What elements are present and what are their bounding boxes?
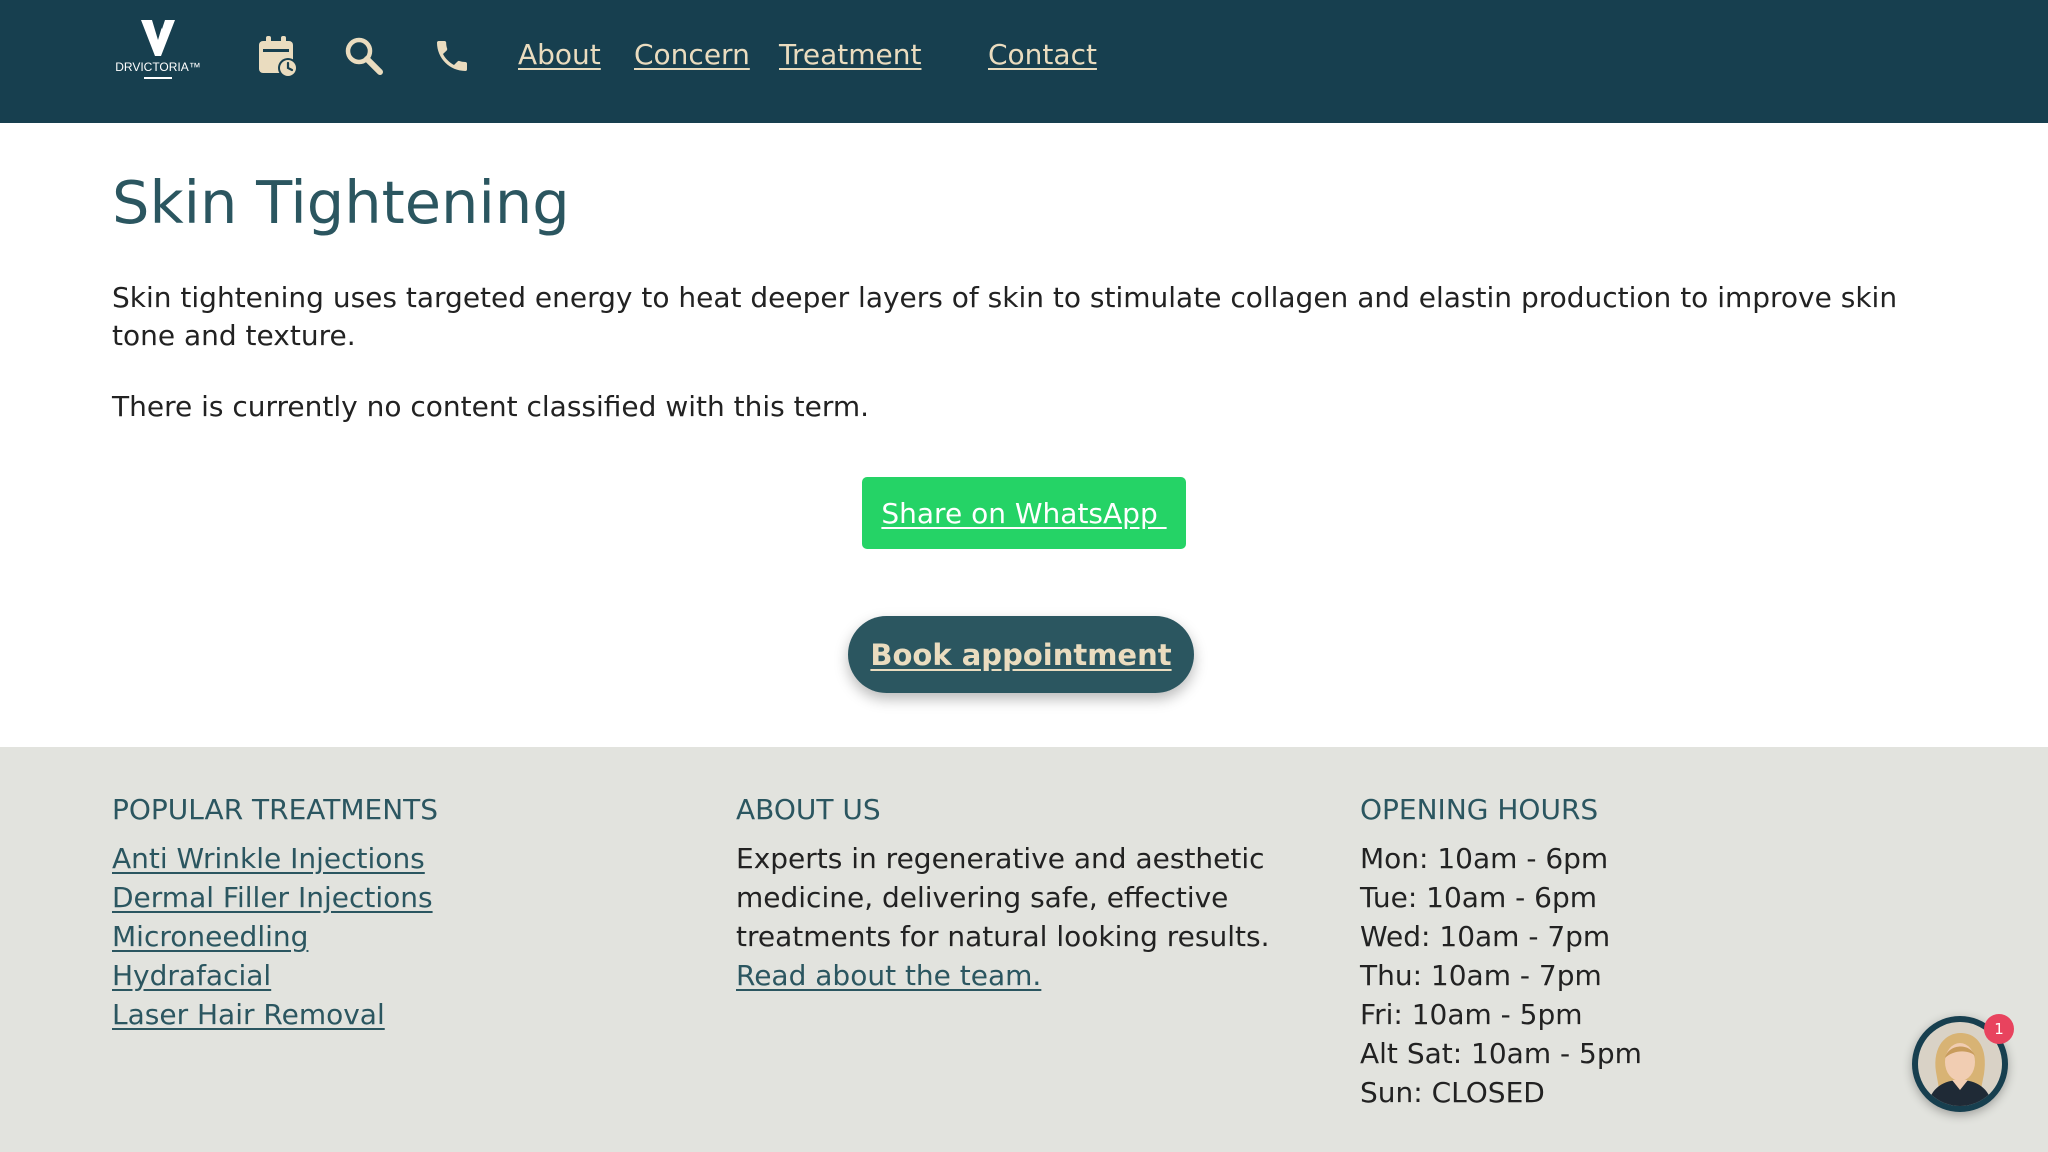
logo-text: DRVICTORIA™ xyxy=(115,60,201,74)
site-header: DRVICTORIA™ About Concern Treatment Cont… xyxy=(0,0,2048,123)
footer-link-laser-hair-removal[interactable]: Laser Hair Removal xyxy=(112,995,438,1034)
footer-link-microneedling[interactable]: Microneedling xyxy=(112,917,438,956)
footer-link-dermal-filler[interactable]: Dermal Filler Injections xyxy=(112,878,438,917)
chat-notification-badge: 1 xyxy=(1984,1014,2014,1044)
popular-treatments-section: POPULAR TREATMENTS Anti Wrinkle Injectio… xyxy=(112,791,438,1034)
intro-text: Skin tightening uses targeted energy to … xyxy=(112,281,1898,352)
hours-thursday: Thu: 10am - 7pm xyxy=(1360,959,1602,992)
opening-hours-list: Mon: 10am - 6pm Tue: 10am - 6pm Wed: 10a… xyxy=(1360,839,1642,1112)
opening-hours-section: OPENING HOURS Mon: 10am - 6pm Tue: 10am … xyxy=(1360,791,1642,1112)
hours-sunday: Sun: CLOSED xyxy=(1360,1076,1545,1109)
site-logo[interactable]: DRVICTORIA™ xyxy=(112,18,204,90)
hours-monday: Mon: 10am - 6pm xyxy=(1360,842,1609,875)
calendar-clock-icon[interactable] xyxy=(256,34,300,78)
logo-v-mark xyxy=(141,20,175,56)
hours-friday: Fri: 10am - 5pm xyxy=(1360,998,1583,1031)
logo-underline xyxy=(144,77,172,79)
phone-icon[interactable] xyxy=(430,34,474,78)
read-about-team-link[interactable]: Read about the team. xyxy=(736,959,1041,992)
nav-contact-link[interactable]: Contact xyxy=(988,38,1097,71)
footer-link-hydrafacial[interactable]: Hydrafacial xyxy=(112,956,438,995)
book-appointment-button[interactable]: Book appointment xyxy=(848,616,1194,693)
about-us-text: Experts in regenerative and aesthetic me… xyxy=(736,839,1296,995)
popular-treatments-heading: POPULAR TREATMENTS xyxy=(112,793,439,826)
hours-tuesday: Tue: 10am - 6pm xyxy=(1360,881,1597,914)
no-content-message: There is currently no content classified… xyxy=(112,390,870,423)
hours-alt-saturday: Alt Sat: 10am - 5pm xyxy=(1360,1037,1642,1070)
site-footer: POPULAR TREATMENTS Anti Wrinkle Injectio… xyxy=(0,747,2048,1152)
opening-hours-heading: OPENING HOURS xyxy=(1360,793,1599,826)
chat-widget-button[interactable]: 1 xyxy=(1912,1014,2014,1112)
about-us-section: ABOUT US Experts in regenerative and aes… xyxy=(736,791,1296,995)
footer-link-anti-wrinkle[interactable]: Anti Wrinkle Injections xyxy=(112,839,438,878)
page-title: Skin Tightening xyxy=(112,168,570,237)
hours-wednesday: Wed: 10am - 7pm xyxy=(1360,920,1611,953)
search-icon[interactable] xyxy=(342,34,386,78)
about-us-description: Experts in regenerative and aesthetic me… xyxy=(736,842,1270,953)
share-whatsapp-button[interactable]: Share on WhatsApp xyxy=(862,477,1186,549)
nav-concern-link[interactable]: Concern xyxy=(634,38,750,71)
nav-about-link[interactable]: About xyxy=(518,38,601,71)
nav-treatment-link[interactable]: Treatment xyxy=(779,38,921,71)
about-us-heading: ABOUT US xyxy=(736,793,881,826)
